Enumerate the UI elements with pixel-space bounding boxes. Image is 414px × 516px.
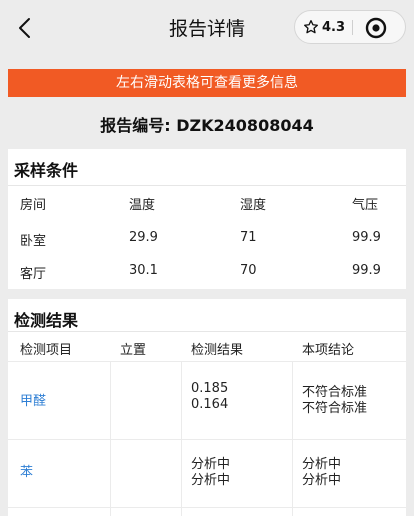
- card-divider: [8, 331, 406, 332]
- column-header-position: 立置: [120, 343, 147, 358]
- column-header-room: 房间: [20, 198, 47, 213]
- report-number-value: DZK240808044: [176, 116, 314, 135]
- sampling-conditions-title: 采样条件: [14, 161, 79, 180]
- table-grid-line: [8, 439, 406, 440]
- star-icon: [304, 20, 318, 34]
- scroll-hint-banner: 左右滑动表格可查看更多信息: [8, 69, 406, 97]
- table-grid-line: [110, 361, 111, 516]
- mini-program-capsule: 4.3: [294, 10, 406, 44]
- card-divider: [8, 185, 406, 186]
- column-header-conclusion: 本项结论: [302, 343, 355, 358]
- table-cell: 卧室: [20, 234, 47, 249]
- top-bar: 报告详情 4.3: [0, 0, 414, 56]
- table-cell: 71: [240, 230, 257, 245]
- column-header-item: 检测项目: [20, 343, 73, 358]
- item-link-benzene[interactable]: 苯: [20, 461, 33, 480]
- report-number: 报告编号: DZK240808044: [0, 112, 414, 136]
- table-grid-line: [181, 361, 182, 516]
- table-cell: 分析中: [191, 473, 231, 488]
- sampling-conditions-card: 采样条件 房间 温度 湿度 气压 卧室 29.9 71 99.9 客厅 30.1…: [8, 149, 406, 289]
- table-cell: 0.185: [191, 381, 229, 396]
- column-header-result: 检测结果: [191, 343, 244, 358]
- column-header-temperature: 温度: [129, 198, 156, 213]
- report-number-label: 报告编号:: [100, 116, 171, 135]
- table-grid-line: [292, 361, 293, 516]
- column-header-humidity: 湿度: [240, 198, 267, 213]
- detection-results-card: 检测结果 检测项目 立置 检测结果 本项结论 甲醛 0.185 0.164 不符…: [8, 299, 406, 516]
- table-cell: 29.9: [129, 230, 158, 245]
- table-cell: 客厅: [20, 267, 47, 282]
- rating-value: 4.3: [322, 19, 346, 35]
- item-link-formaldehyde[interactable]: 甲醛: [20, 390, 46, 409]
- capsule-divider: [352, 20, 353, 35]
- table-cell: 99.9: [352, 263, 381, 278]
- detection-results-title: 检测结果: [14, 311, 79, 330]
- close-miniprogram-button[interactable]: [363, 15, 389, 41]
- table-cell: 0.164: [191, 397, 229, 412]
- table-cell: 99.9: [352, 230, 381, 245]
- table-cell: 30.1: [129, 263, 158, 278]
- table-cell: 70: [240, 263, 257, 278]
- table-cell: 分析中: [302, 473, 342, 488]
- table-grid-line: [8, 507, 406, 508]
- column-header-pressure: 气压: [352, 198, 379, 213]
- rating-button[interactable]: 4.3: [303, 11, 345, 43]
- target-icon: [365, 17, 387, 39]
- table-cell: 不符合标准: [302, 401, 368, 416]
- table-grid-line: [8, 361, 406, 362]
